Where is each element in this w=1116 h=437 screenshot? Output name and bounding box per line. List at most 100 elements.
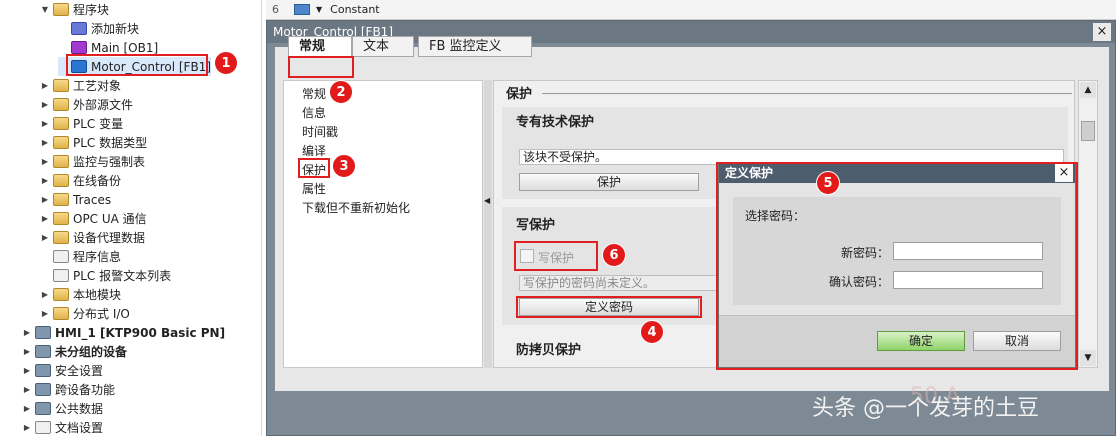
highlight-box-general-tab xyxy=(288,56,354,78)
nav-list: 常规 信息 时间戳 编译 保护 属性 下载但不重新初始化 xyxy=(283,80,483,368)
scroll-thumb[interactable] xyxy=(1081,121,1095,141)
folder-icon xyxy=(53,231,69,244)
step-badge-4: 4 xyxy=(640,320,664,344)
expand-right-icon[interactable]: ▶ xyxy=(40,195,50,204)
expand-right-icon[interactable]: ▶ xyxy=(22,328,32,337)
row-number: 6 xyxy=(272,3,279,16)
expand-down-icon[interactable]: ▼ xyxy=(40,5,50,14)
highlight-box-fb1 xyxy=(66,54,208,76)
tree-item-plc-data-types[interactable]: ▶ PLC 数据类型 xyxy=(40,133,147,152)
doc-icon xyxy=(53,269,69,282)
folder-icon xyxy=(53,288,69,301)
tree-item-distributed-io[interactable]: ▶ 分布式 I/O xyxy=(40,304,130,323)
folder-icon xyxy=(53,136,69,149)
tree-item-watch-tables[interactable]: ▶ 监控与强制表 xyxy=(40,152,145,171)
doc-icon xyxy=(35,421,51,434)
expand-right-icon[interactable]: ▶ xyxy=(22,347,32,356)
device-icon xyxy=(35,326,51,339)
device-icon xyxy=(35,402,51,415)
tree-item-hmi-1[interactable]: ▶ HMI_1 [KTP900 Basic PN] xyxy=(22,323,225,342)
highlight-box-define-protection xyxy=(716,162,1078,370)
copy-protection-title: 防拷贝保护 xyxy=(516,343,582,358)
watermark: 头条 @一个发芽的土豆 xyxy=(812,396,1039,421)
step-badge-1: 1 xyxy=(214,51,238,75)
ob-block-icon xyxy=(71,41,87,54)
expand-right-icon[interactable]: ▶ xyxy=(40,176,50,185)
expand-right-icon[interactable]: ▶ xyxy=(22,366,32,375)
nav-item-general[interactable]: 常规 xyxy=(302,85,326,103)
nav-item-download-no-reinit[interactable]: 下载但不重新初始化 xyxy=(302,199,410,217)
tree-item-alarm-text-lists[interactable]: PLC 报警文本列表 xyxy=(40,266,171,285)
tree-item-common-data[interactable]: ▶ 公共数据 xyxy=(22,399,103,418)
highlight-box-protection xyxy=(298,158,330,178)
device-icon xyxy=(35,383,51,396)
step-badge-5: 5 xyxy=(816,171,840,195)
doc-icon xyxy=(53,250,69,263)
folder-icon xyxy=(53,212,69,225)
expand-right-icon[interactable]: ▶ xyxy=(40,290,50,299)
folder-icon xyxy=(53,193,69,206)
close-icon[interactable]: × xyxy=(1093,23,1111,41)
tree-item-security-settings[interactable]: ▶ 安全设置 xyxy=(22,361,103,380)
expand-right-icon[interactable]: ▶ xyxy=(40,157,50,166)
write-protection-title: 写保护 xyxy=(516,218,556,233)
tree-item-plc-tags[interactable]: ▶ PLC 变量 xyxy=(40,114,123,133)
scroll-down-icon[interactable]: ▼ xyxy=(1080,350,1096,366)
know-how-title: 专有技术保护 xyxy=(516,115,595,130)
nav-item-timestamp[interactable]: 时间戳 xyxy=(302,123,338,141)
expand-right-icon[interactable]: ▶ xyxy=(22,385,32,394)
step-badge-2: 2 xyxy=(329,80,353,104)
protect-button[interactable]: 保护 xyxy=(519,173,699,191)
step-badge-3: 3 xyxy=(332,154,356,178)
folder-icon xyxy=(53,117,69,130)
expand-right-icon[interactable]: ▶ xyxy=(22,404,32,413)
tab-text[interactable]: 文本 xyxy=(352,36,414,57)
tree-item-local-modules[interactable]: ▶ 本地模块 xyxy=(40,285,121,304)
folder-icon xyxy=(53,174,69,187)
tree-item-add-block[interactable]: 添加新块 xyxy=(58,19,139,38)
tree-item-program-blocks[interactable]: ▼ 程序块 xyxy=(40,0,109,19)
editor-row-strip: 6 ▼ Constant xyxy=(266,0,1116,20)
tree-item-technology-objects[interactable]: ▶ 工艺对象 xyxy=(40,76,121,95)
tree-item-external-sources[interactable]: ▶ 外部源文件 xyxy=(40,95,133,114)
tree-item-opc-ua[interactable]: ▶ OPC UA 通信 xyxy=(40,209,147,228)
folder-icon xyxy=(53,307,69,320)
content-scrollbar[interactable]: ▲ ▼ xyxy=(1078,80,1098,368)
expand-right-icon[interactable]: ▶ xyxy=(40,233,50,242)
scroll-up-icon[interactable]: ▲ xyxy=(1080,82,1096,98)
expand-down-icon[interactable]: ▼ xyxy=(316,5,322,14)
tree-item-device-proxy[interactable]: ▶ 设备代理数据 xyxy=(40,228,145,247)
device-icon xyxy=(35,345,51,358)
collapse-left-icon[interactable]: ◀ xyxy=(484,196,490,205)
expand-right-icon[interactable]: ▶ xyxy=(40,214,50,223)
expand-right-icon[interactable]: ▶ xyxy=(40,309,50,318)
tree-item-program-info[interactable]: 程序信息 xyxy=(40,247,121,266)
folder-icon xyxy=(53,79,69,92)
splitter[interactable]: ◀ xyxy=(484,80,492,368)
expand-right-icon[interactable]: ▶ xyxy=(40,119,50,128)
device-icon xyxy=(35,364,51,377)
expand-right-icon[interactable]: ▶ xyxy=(40,81,50,90)
nav-item-attributes[interactable]: 属性 xyxy=(302,180,326,198)
folder-icon xyxy=(53,3,69,16)
tab-fb-monitor[interactable]: FB 监控定义 xyxy=(418,36,532,57)
add-block-icon xyxy=(71,22,87,35)
tree-item-traces[interactable]: ▶ Traces xyxy=(40,190,111,209)
expand-right-icon[interactable]: ▶ xyxy=(40,138,50,147)
highlight-box-write-protection xyxy=(514,241,598,271)
tree-item-cross-device[interactable]: ▶ 跨设备功能 xyxy=(22,380,115,399)
section-header-protection: 保护 xyxy=(506,87,533,102)
tree-item-ungrouped-devices[interactable]: ▶ 未分组的设备 xyxy=(22,342,127,361)
write-protection-status: 写保护的密码尚未定义。 xyxy=(519,275,729,291)
expand-right-icon[interactable]: ▶ xyxy=(40,100,50,109)
step-badge-6: 6 xyxy=(602,243,626,267)
tree-item-online-backups[interactable]: ▶ 在线备份 xyxy=(40,171,121,190)
expand-right-icon[interactable]: ▶ xyxy=(22,423,32,432)
nav-item-info[interactable]: 信息 xyxy=(302,104,326,122)
folder-icon xyxy=(53,98,69,111)
header-divider xyxy=(542,93,1072,94)
folder-icon xyxy=(53,155,69,168)
tree-item-doc-settings[interactable]: ▶ 文档设置 xyxy=(22,418,103,437)
highlight-box-define-password xyxy=(516,296,702,318)
tab-general[interactable]: 常规 xyxy=(288,36,352,57)
